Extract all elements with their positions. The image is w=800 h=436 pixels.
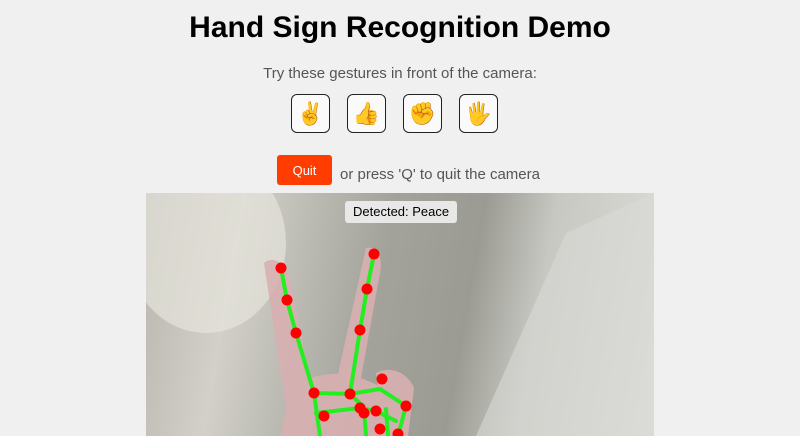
landmark-point: [344, 388, 356, 400]
landmark-point: [358, 407, 370, 419]
camera-scene: [146, 193, 654, 436]
camera-feed: [146, 193, 654, 436]
gesture-peace-button[interactable]: ✌️: [291, 94, 330, 133]
gesture-fist-button[interactable]: ✊: [403, 94, 442, 133]
instructions-text: Try these gestures in front of the camer…: [263, 65, 537, 82]
fist-icon: ✊: [408, 100, 437, 126]
landmark-point: [354, 324, 366, 336]
peace-hand-icon: ✌️: [296, 100, 325, 126]
gesture-open-hand-button[interactable]: 🖐️: [459, 94, 498, 133]
wall-panel: [476, 193, 654, 436]
landmark-point: [400, 400, 412, 412]
open-hand-icon: 🖐️: [464, 100, 493, 126]
quit-button[interactable]: Quit: [277, 155, 332, 185]
landmark-point: [308, 387, 320, 399]
landmark-point: [281, 294, 293, 306]
thumbs-up-icon: 👍: [352, 100, 381, 126]
gesture-thumbs-up-button[interactable]: 👍: [347, 94, 386, 133]
detected-gesture-label: Detected: Peace: [345, 201, 458, 223]
hand-shape: [264, 247, 414, 436]
landmark-point: [370, 405, 382, 417]
landmark-point: [318, 410, 330, 422]
landmark-point: [275, 262, 287, 274]
landmark-point: [374, 423, 386, 435]
gesture-examples: ✌️ 👍 ✊ 🖐️: [291, 94, 498, 133]
landmark-point: [290, 327, 302, 339]
quit-hint-text: or press 'Q' to quit the camera: [340, 166, 540, 183]
landmark-point: [368, 248, 380, 260]
landmark-point: [361, 283, 373, 295]
page-title: Hand Sign Recognition Demo: [189, 11, 611, 44]
landmark-point: [376, 373, 388, 385]
